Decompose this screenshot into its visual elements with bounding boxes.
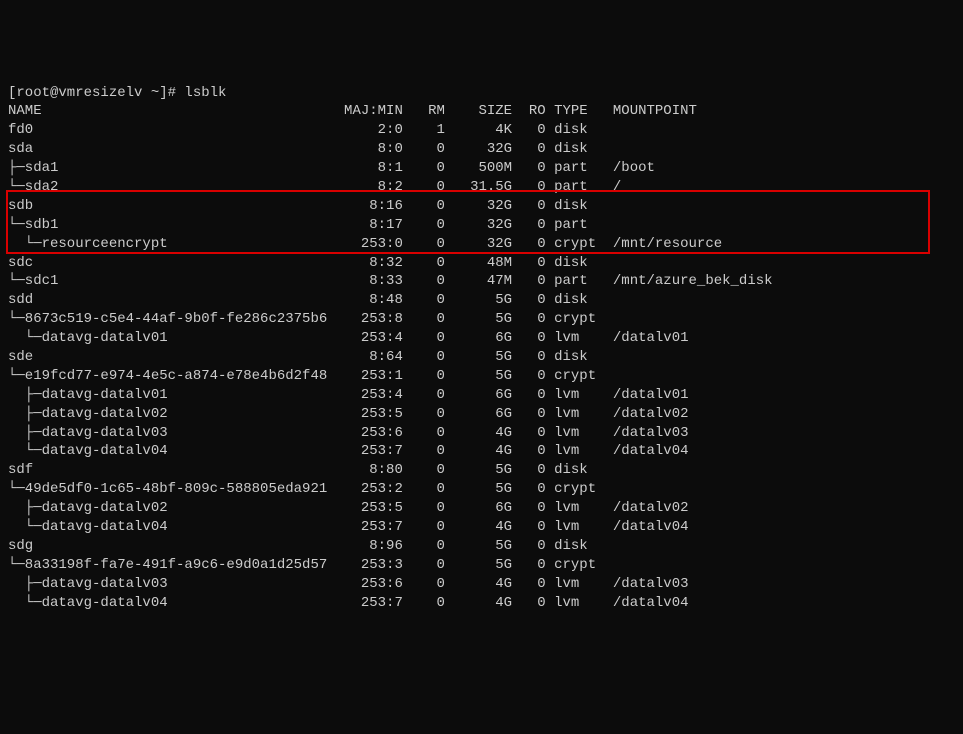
terminal-output: [root@vmresizelv ~]# lsblk NAME MAJ:MIN … xyxy=(8,84,955,613)
